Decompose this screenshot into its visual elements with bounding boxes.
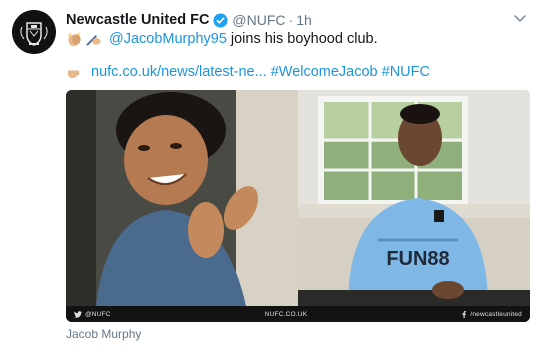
author-handle[interactable]: @NUFC [232, 12, 285, 28]
footer-twitter: @NUFC [74, 311, 111, 318]
tweet-text-line: @JacobMurphy95 joins his boyhood club. [66, 29, 378, 49]
footer-handle: @NUFC [85, 310, 111, 318]
clapping-hands-icon [67, 32, 81, 46]
author-name[interactable]: Newcastle United FC [66, 12, 209, 28]
mention-link[interactable]: @JacobMurphy95 [109, 31, 227, 47]
facebook-icon [462, 310, 467, 318]
avatar[interactable] [12, 10, 56, 54]
sponsor-logo-text: FUN88 [386, 248, 449, 270]
tweet-media-image[interactable]: FUN88 @NUFC NUFC.CO.UK /newcastleunited [66, 90, 530, 322]
chevron-down-icon[interactable] [512, 10, 528, 26]
tweet-text: joins his boyhood club. [230, 31, 378, 47]
footer-facebook-page: /newcastleunited [470, 310, 522, 318]
hashtag-welcomejacob[interactable]: #WelcomeJacob [271, 64, 378, 80]
writing-hand-icon [86, 34, 101, 46]
signing-photo: FUN88 [298, 90, 530, 306]
club-crest-icon [12, 10, 56, 54]
footer-website: NUFC.CO.UK [264, 310, 308, 318]
article-link[interactable]: nufc.co.uk/news/latest-ne... [91, 64, 267, 80]
tweet-header: Newcastle United FC @NUFC · 1h [66, 10, 312, 30]
hashtag-nufc[interactable]: #NUFC [382, 64, 430, 80]
tweet-card[interactable]: Newcastle United FC @NUFC · 1h @JacobMur… [0, 0, 540, 351]
signing-photo-illustration: FUN88 [298, 90, 530, 306]
childhood-photo-illustration [66, 90, 298, 306]
footer-facebook: /newcastleunited [461, 311, 522, 318]
tweet-timestamp[interactable]: 1h [296, 12, 312, 28]
twitter-bird-icon [74, 310, 82, 318]
media-footer-bar: @NUFC NUFC.CO.UK /newcastleunited [66, 306, 530, 322]
verified-badge-icon [213, 12, 228, 28]
tweet-link-line: nufc.co.uk/news/latest-ne... #WelcomeJac… [66, 62, 434, 82]
childhood-photo [66, 90, 298, 306]
media-caption[interactable]: Jacob Murphy [66, 327, 141, 341]
pointing-hand-icon [67, 70, 80, 78]
separator-dot: · [288, 12, 294, 28]
